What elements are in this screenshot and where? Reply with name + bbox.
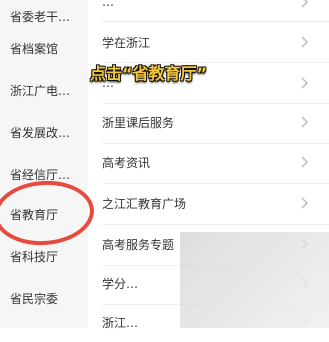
tutorial-annotation: 点击“省教育厅” <box>90 64 208 83</box>
list-item-label: 之江汇教育广场 <box>102 196 187 211</box>
list-item[interactable]: 学在浙江 <box>88 22 329 62</box>
sidebar-item-1[interactable]: 省档案馆 <box>0 32 88 64</box>
sidebar-item-label: 省发展改… <box>10 125 71 140</box>
sidebar-item-label: 省经信厅… <box>10 167 71 182</box>
list-item-label: 浙里课后服务 <box>102 115 175 130</box>
sidebar: 省委老干… 省档案馆 浙江广电… 省发展改… 省经信厅… 省教育厅 省科技厅 省… <box>0 0 88 328</box>
chevron-right-icon <box>301 197 309 209</box>
list-item[interactable]: 之江汇教育广场 <box>88 183 329 223</box>
list-item[interactable]: … <box>88 0 329 22</box>
list-item-label: 高考资讯 <box>102 155 151 170</box>
sidebar-item-label: 省档案馆 <box>10 41 59 56</box>
list-item-label: … <box>102 0 114 9</box>
chevron-right-icon <box>301 156 309 168</box>
sidebar-item-3[interactable]: 省发展改… <box>0 116 88 148</box>
list-item-label: 高考服务专题 <box>102 237 175 252</box>
list-item-label: 学分… <box>102 276 139 291</box>
sidebar-item-label: 省民宗委 <box>10 291 59 306</box>
chevron-right-icon <box>301 36 309 48</box>
chevron-right-icon <box>301 77 309 89</box>
sidebar-item-label: 省委老干… <box>10 9 71 24</box>
list-item[interactable]: 高考资讯 <box>88 142 329 182</box>
sidebar-item-2[interactable]: 浙江广电… <box>0 74 88 106</box>
chevron-right-icon <box>301 0 309 8</box>
sidebar-item-label: 浙江广电… <box>10 83 71 98</box>
sidebar-item-label: 省科技厅 <box>10 249 59 264</box>
blurred-overlay <box>180 232 329 328</box>
list-item-label: 学在浙江 <box>102 35 151 50</box>
list-item[interactable]: 浙里课后服务 <box>88 102 329 142</box>
chevron-right-icon <box>301 116 309 128</box>
sidebar-item-7[interactable]: 省民宗委 <box>0 282 88 314</box>
sidebar-item-0[interactable]: 省委老干… <box>0 0 88 32</box>
